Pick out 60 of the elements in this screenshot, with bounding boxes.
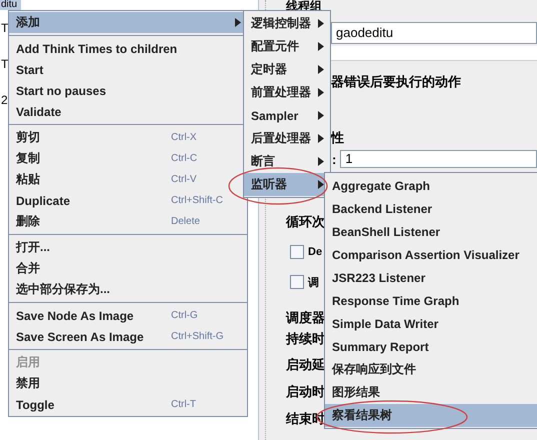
menu-item[interactable]: Start no pauses <box>9 80 247 101</box>
menu-item[interactable]: 选中部分保存为... <box>9 279 247 300</box>
menu-item[interactable]: Save Screen As Image Ctrl+Shift-G <box>9 326 247 347</box>
menu-item[interactable]: Response Time Graph <box>325 289 537 312</box>
section-title: 器错误后要执行的动作 <box>331 73 461 89</box>
field-label: : <box>332 152 336 166</box>
submenu-arrow-icon <box>318 180 324 189</box>
submenu-arrow-icon <box>318 88 324 97</box>
checkbox-label: De <box>308 246 322 258</box>
menu-item[interactable]: JSR223 Listener <box>325 266 537 289</box>
menu-item[interactable]: Start <box>9 59 247 80</box>
menu-item[interactable]: 保存响应到文件 <box>325 358 537 381</box>
menu-item[interactable]: 图形结果 <box>325 381 537 404</box>
menu-item[interactable]: BeanShell Listener <box>325 220 537 243</box>
menu-item[interactable]: Simple Data Writer <box>325 312 537 335</box>
submenu-arrow-icon <box>318 19 324 28</box>
tree-node[interactable]: T <box>1 56 8 72</box>
checkbox-label: 调 <box>308 276 319 290</box>
submenu-arrow-icon <box>318 134 324 143</box>
field-label: 循环次 <box>286 213 325 231</box>
submenu-arrow-icon <box>318 65 324 74</box>
section-title: 性 <box>331 129 344 145</box>
menu-item[interactable]: Backend Listener <box>325 197 537 220</box>
menu-item[interactable]: 删除 Delete <box>9 211 247 232</box>
menu-item[interactable]: Duplicate Ctrl+Shift-C <box>9 190 247 211</box>
menu-item[interactable]: Summary Report <box>325 335 537 358</box>
menu-item[interactable]: 定时器 <box>244 58 330 81</box>
submenu-arrow-icon <box>318 157 324 166</box>
menu-item[interactable]: 后置处理器 <box>244 127 330 150</box>
submenu-arrow-icon <box>318 111 324 120</box>
menu-item[interactable]: Sampler <box>244 104 330 127</box>
section-title: 调度器 <box>286 309 325 327</box>
tree-node[interactable]: ditu <box>0 0 22 10</box>
threads-field[interactable]: 1 <box>340 150 537 168</box>
field-label: 启动时 <box>286 382 325 400</box>
field-label: 启动延 <box>286 356 325 374</box>
menu-item[interactable]: Save Node As Image Ctrl-G <box>9 305 247 326</box>
menu-item[interactable]: 察看结果树 <box>325 404 537 427</box>
menu-item[interactable]: Comparison Assertion Visualizer <box>325 243 537 266</box>
menu-item[interactable]: 打开... <box>9 237 247 258</box>
menu-item[interactable]: 断言 <box>244 150 330 173</box>
tree-node[interactable]: 2 <box>1 92 8 108</box>
menu-item[interactable]: 配置元件 <box>244 35 330 58</box>
submenu-arrow-icon <box>318 42 324 51</box>
menu-item[interactable]: 合并 <box>9 258 247 279</box>
menu-item[interactable]: 粘贴 Ctrl-V <box>9 169 247 190</box>
submenu-arrow-icon <box>235 18 241 27</box>
field-label: 持续时 <box>286 330 325 348</box>
menu-item[interactable]: 复制 Ctrl-C <box>9 148 247 169</box>
tree-node[interactable]: T <box>1 20 8 36</box>
menu-item[interactable]: 剪切 Ctrl-X <box>9 127 247 148</box>
checkbox[interactable] <box>290 275 304 289</box>
menu-item[interactable]: Toggle Ctrl-T <box>9 394 247 415</box>
menu-item[interactable]: 前置处理器 <box>244 81 330 104</box>
name-field[interactable]: gaodeditu <box>331 22 537 44</box>
checkbox[interactable] <box>290 245 304 259</box>
menu-item[interactable]: Validate <box>9 101 247 122</box>
menu-item[interactable]: Add Think Times to children <box>9 38 247 59</box>
menu-item[interactable]: 禁用 <box>9 373 247 394</box>
menu-item[interactable]: 逻辑控制器 <box>244 12 330 35</box>
